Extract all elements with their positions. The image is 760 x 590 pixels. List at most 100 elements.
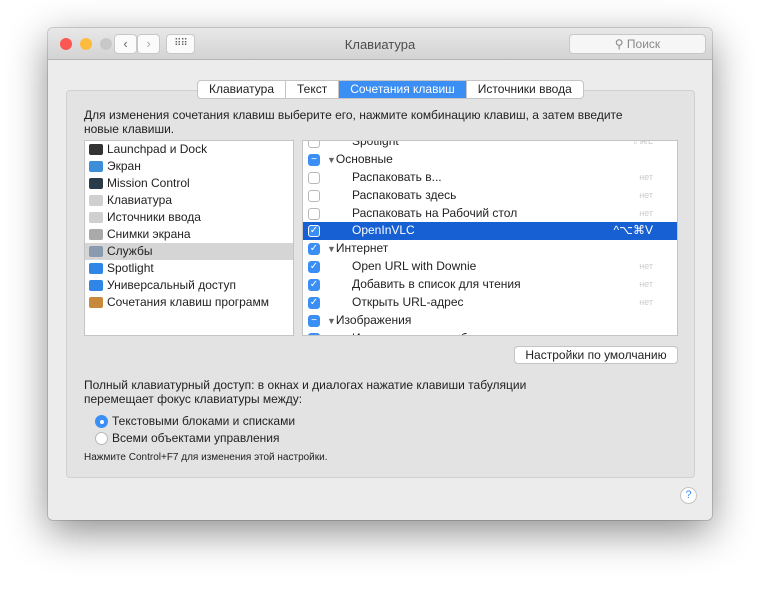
accessibility-icon <box>89 280 103 291</box>
search-placeholder: Поиск <box>626 37 661 51</box>
spotlight-icon <box>89 263 103 274</box>
category-label: Снимки экрана <box>107 227 191 241</box>
checkbox[interactable] <box>308 207 320 220</box>
service-row[interactable]: Распаковать в... нет <box>303 169 677 187</box>
category-label: Экран <box>107 159 141 173</box>
category-label: Универсальный доступ <box>107 278 237 292</box>
checkbox[interactable]: ✓ <box>308 332 320 335</box>
disclosure-triangle-icon[interactable]: ▼ <box>327 316 336 326</box>
category-label: Mission Control <box>107 176 190 190</box>
category-label: Службы <box>107 244 153 258</box>
tab-keyboard[interactable]: Клавиатура <box>198 81 286 98</box>
radio-label: Текстовыми блоками и списками <box>112 414 296 428</box>
service-group-row[interactable]: − ▼Изображения <box>303 312 677 330</box>
service-row[interactable]: ✓ Добавить в список для чтения нет <box>303 276 677 294</box>
service-label: ▼Интернет <box>327 241 389 256</box>
title-bar: ‹ › ⠿⠿ Клавиатура ⚲ Поиск <box>48 28 712 60</box>
category-item[interactable]: Службы <box>85 243 293 260</box>
checkbox[interactable] <box>308 171 320 184</box>
checkbox[interactable]: − <box>308 153 320 166</box>
shortcut[interactable]: нет <box>639 258 653 276</box>
search-input[interactable]: ⚲ Поиск <box>569 34 706 54</box>
shortcut[interactable]: нет <box>639 294 653 312</box>
checkbox[interactable]: ✓ <box>308 225 320 238</box>
app-shortcuts-icon <box>89 297 103 308</box>
category-label: Launchpad и Dock <box>107 142 208 156</box>
shortcut[interactable]: нет <box>639 169 653 187</box>
tab-bar: Клавиатура Текст Сочетания клавиш Источн… <box>197 80 584 99</box>
tab-input-sources[interactable]: Источники ввода <box>467 81 583 98</box>
checkbox[interactable]: ✓ <box>308 297 320 310</box>
checkbox[interactable] <box>308 189 320 202</box>
shortcut[interactable]: нет <box>639 276 653 294</box>
disclosure-triangle-icon[interactable]: ▼ <box>327 244 336 254</box>
screenshot-icon <box>89 229 103 240</box>
checkbox[interactable]: ✓ <box>308 279 320 292</box>
launchpad-icon <box>89 144 103 155</box>
checkbox[interactable]: ✓ <box>308 243 320 256</box>
checkbox[interactable]: − <box>308 314 320 327</box>
search-icon: ⚲ <box>614 37 627 51</box>
category-label: Клавиатура <box>107 193 172 207</box>
service-row[interactable]: ✓ Импортировать изображение нет <box>303 330 677 335</box>
instructions-text: Для изменения сочетания клавиш выберите … <box>84 108 623 136</box>
shortcut[interactable]: нет <box>639 205 653 223</box>
service-row[interactable]: ✓ Открыть URL-адрес нет <box>303 294 677 312</box>
service-row[interactable]: Spotlight ⇧⌘L <box>303 140 677 151</box>
shortcut[interactable]: ^⌥⌘V <box>614 222 653 240</box>
service-row[interactable]: ✓ OpenInVLC ^⌥⌘V <box>303 222 677 241</box>
service-label: Распаковать в... <box>352 169 442 184</box>
preferences-window: ‹ › ⠿⠿ Клавиатура ⚲ Поиск Клавиатура Тек… <box>48 28 712 520</box>
service-label: OpenInVLC <box>352 223 415 238</box>
display-icon <box>89 161 103 172</box>
shortcut[interactable]: ⇧⌘L <box>631 141 653 151</box>
checkbox[interactable] <box>308 141 320 148</box>
category-item[interactable]: Снимки экрана <box>85 226 293 243</box>
keyboard-access-label: Полный клавиатурный доступ: в окнах и ди… <box>84 378 527 406</box>
category-item[interactable]: Spotlight <box>85 260 293 277</box>
disclosure-triangle-icon[interactable]: ▼ <box>327 155 336 165</box>
service-label: Spotlight <box>352 140 399 148</box>
category-item[interactable]: Экран <box>85 158 293 175</box>
category-label: Spotlight <box>107 261 154 275</box>
service-group-row[interactable]: − ▼Основные <box>303 151 677 169</box>
keyboard-icon <box>89 212 103 223</box>
category-label: Источники ввода <box>107 210 201 224</box>
shortcut[interactable]: нет <box>639 330 653 335</box>
category-item[interactable]: Launchpad и Dock <box>85 141 293 158</box>
gear-icon <box>89 246 103 257</box>
checkbox[interactable]: ✓ <box>308 261 320 274</box>
category-item[interactable]: Универсальный доступ <box>85 277 293 294</box>
service-label: Распаковать здесь <box>352 187 457 202</box>
service-label: ▼Основные <box>327 151 393 166</box>
service-label: Распаковать на Рабочий стол <box>352 205 518 220</box>
service-row[interactable]: Распаковать на Рабочий стол нет <box>303 205 677 223</box>
hint-text: Нажмите Control+F7 для изменения этой на… <box>84 452 328 463</box>
restore-defaults-button[interactable]: Настройки по умолчанию <box>514 346 678 364</box>
service-label: ▼Изображения <box>327 312 412 327</box>
service-row[interactable]: Распаковать здесь нет <box>303 187 677 205</box>
category-item[interactable]: Mission Control <box>85 175 293 192</box>
category-item[interactable]: Источники ввода <box>85 209 293 226</box>
category-label: Сочетания клавиш программ <box>107 295 269 309</box>
shortcut[interactable]: нет <box>639 187 653 205</box>
service-row[interactable]: ✓ Open URL with Downie нет <box>303 258 677 276</box>
service-group-row[interactable]: ✓ ▼Интернет <box>303 240 677 258</box>
help-button[interactable]: ? <box>680 487 697 504</box>
radio-label: Всеми объектами управления <box>112 431 280 445</box>
radio-button[interactable] <box>95 432 108 445</box>
category-item[interactable]: Клавиатура <box>85 192 293 209</box>
category-item[interactable]: Сочетания клавиш программ <box>85 294 293 311</box>
service-label: Open URL with Downie <box>352 259 477 274</box>
tab-shortcuts[interactable]: Сочетания клавиш <box>339 81 467 98</box>
radio-button[interactable] <box>95 415 108 428</box>
keyboard-icon <box>89 195 103 206</box>
radio-text-boxes[interactable]: Текстовыми блоками и списками <box>95 413 295 429</box>
service-label: Открыть URL-адрес <box>352 295 464 310</box>
tab-text[interactable]: Текст <box>286 81 340 98</box>
category-list: Launchpad и Dock Экран Mission Control Клав… <box>84 140 294 336</box>
radio-all-controls[interactable]: Всеми объектами управления <box>95 430 279 446</box>
service-label: Добавить в список для чтения <box>352 277 521 292</box>
mission-control-icon <box>89 178 103 189</box>
services-table: Spotlight ⇧⌘L − ▼Основные Распаковать в... не… <box>302 140 678 336</box>
